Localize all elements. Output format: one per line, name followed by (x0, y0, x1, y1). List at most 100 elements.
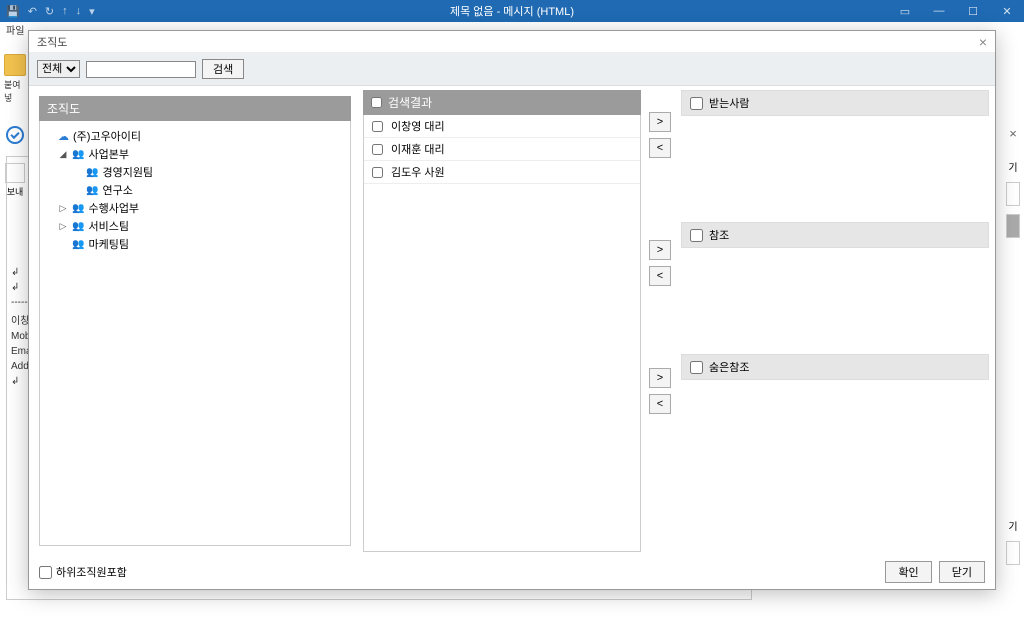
send-status-icon (6, 126, 24, 144)
ribbon-display-icon[interactable]: ▭ (888, 0, 922, 22)
paste-label: 붙여넣 (4, 78, 28, 104)
result-name: 김도우 사원 (391, 164, 445, 180)
bg-box (1006, 182, 1020, 206)
add-bcc-button[interactable]: > (649, 368, 671, 388)
tree-node[interactable]: ◢ 👥 사업본부 (44, 145, 346, 163)
move-buttons-column: > < > < > < (649, 90, 673, 552)
group-icon: 👥 (72, 203, 84, 214)
org-chart-dialog: 조직도 × 전체 검색 조직도 ☁ (주)고우아이티 ◢ 👥 (28, 30, 996, 590)
group-icon: 👥 (86, 185, 98, 196)
results-header: 검색결과 (363, 90, 641, 115)
to-header: 받는사람 (681, 90, 989, 116)
to-list[interactable] (681, 116, 989, 214)
cc-box: 참조 (681, 222, 989, 346)
select-all-checkbox[interactable] (371, 97, 382, 108)
tree-node[interactable]: 👥 경영지원팀 (44, 163, 346, 181)
paste-icon[interactable] (4, 54, 26, 76)
remove-bcc-button[interactable]: < (649, 394, 671, 414)
bcc-list[interactable] (681, 380, 989, 478)
down-icon[interactable]: ↓ (76, 5, 82, 17)
include-sub-label[interactable]: 하위조직원포함 (39, 564, 127, 580)
cc-list[interactable] (681, 248, 989, 346)
results-panel: 검색결과 이창영 대리 이재훈 대리 김도우 사원 (363, 90, 641, 552)
qat-expand-icon[interactable]: ▾ (89, 5, 95, 18)
save-icon[interactable]: 💾 (6, 5, 20, 18)
search-button[interactable]: 검색 (202, 59, 244, 79)
tree-label: 수행사업부 (88, 200, 139, 216)
tree-node[interactable]: 👥 연구소 (44, 181, 346, 199)
search-input[interactable] (86, 61, 196, 78)
expand-icon[interactable]: ▷ (58, 203, 68, 214)
group-icon: 👥 (72, 149, 84, 160)
bg-ki-label: 기 (1004, 159, 1022, 174)
remove-to-button[interactable]: < (649, 138, 671, 158)
tree-label: 마케팅팀 (88, 236, 128, 252)
tree-label: 사업본부 (88, 146, 128, 162)
tree-label: (주)고우아이티 (73, 128, 141, 144)
redo-icon[interactable]: ↻ (45, 5, 54, 18)
dialog-close-icon[interactable]: × (979, 34, 987, 50)
search-scope-select[interactable]: 전체 (37, 60, 80, 78)
result-checkbox[interactable] (372, 121, 383, 132)
to-label: 받는사람 (709, 95, 749, 111)
file-tab[interactable]: 파일 (6, 26, 24, 37)
bg-box (1006, 214, 1020, 238)
tree-node[interactable]: 👥 마케팅팀 (44, 235, 346, 253)
add-to-button[interactable]: > (649, 112, 671, 132)
bg-ki-label2: 기 (1004, 518, 1022, 533)
app-titlebar: 💾 ↶ ↻ ↑ ↓ ▾ 제목 없음 - 메시지 (HTML) ▭ — ☐ ✕ (0, 0, 1024, 22)
cc-checkbox[interactable] (690, 229, 703, 242)
ok-button[interactable]: 확인 (885, 561, 931, 583)
to-box: 받는사람 (681, 90, 989, 214)
org-tree-body[interactable]: ☁ (주)고우아이티 ◢ 👥 사업본부 👥 경영지원팀 (39, 121, 351, 546)
results-body: 이창영 대리 이재훈 대리 김도우 사원 (363, 115, 641, 552)
close-window-icon[interactable]: ✕ (990, 0, 1024, 22)
close-button[interactable]: 닫기 (939, 561, 985, 583)
bg-box (1006, 541, 1020, 565)
result-checkbox[interactable] (372, 144, 383, 155)
quick-access-toolbar: 💾 ↶ ↻ ↑ ↓ ▾ (0, 5, 95, 18)
group-icon: 👥 (72, 239, 84, 250)
bcc-label: 숨은참조 (709, 359, 749, 375)
result-checkbox[interactable] (372, 167, 383, 178)
minimize-icon[interactable]: — (922, 0, 956, 22)
recipients-panel: 받는사람 참조 숨은참조 (681, 90, 989, 552)
tree-node[interactable]: ▷ 👥 수행사업부 (44, 199, 346, 217)
window-controls: ▭ — ☐ ✕ (888, 0, 1024, 22)
bcc-checkbox[interactable] (690, 361, 703, 374)
org-tree-panel: 조직도 ☁ (주)고우아이티 ◢ 👥 사업본부 👥 (35, 90, 355, 552)
results-header-label: 검색결과 (388, 94, 432, 111)
close-pane-icon[interactable]: × (1004, 126, 1022, 141)
result-name: 이창영 대리 (391, 118, 445, 134)
window-title: 제목 없음 - 메시지 (HTML) (450, 3, 574, 19)
result-row[interactable]: 이재훈 대리 (364, 138, 640, 161)
up-icon[interactable]: ↑ (62, 5, 68, 17)
group-icon: 👥 (72, 221, 84, 232)
search-bar: 전체 검색 (29, 53, 995, 86)
tree-node[interactable]: ▷ 👥 서비스팀 (44, 217, 346, 235)
to-checkbox[interactable] (690, 97, 703, 110)
bcc-box: 숨은참조 (681, 354, 989, 478)
bg-right-strip: × 기 기 (1004, 126, 1022, 565)
bcc-header: 숨은참조 (681, 354, 989, 380)
group-icon: 👥 (86, 167, 98, 178)
cc-header: 참조 (681, 222, 989, 248)
bg-send-label: 보내 (5, 185, 25, 198)
result-name: 이재훈 대리 (391, 141, 445, 157)
result-row[interactable]: 김도우 사원 (364, 161, 640, 184)
collapse-icon[interactable]: ◢ (58, 149, 68, 160)
tree-label: 연구소 (102, 182, 132, 198)
tree-label: 경영지원팀 (102, 164, 153, 180)
remove-cc-button[interactable]: < (649, 266, 671, 286)
tree-node-company[interactable]: ☁ (주)고우아이티 (44, 127, 346, 145)
dialog-titlebar: 조직도 × (29, 31, 995, 53)
dialog-footer: 하위조직원포함 확인 닫기 (29, 554, 995, 589)
tree-label: 서비스팀 (88, 218, 128, 234)
maximize-icon[interactable]: ☐ (956, 0, 990, 22)
result-row[interactable]: 이창영 대리 (364, 115, 640, 138)
include-sub-checkbox[interactable] (39, 566, 52, 579)
dialog-title: 조직도 (37, 34, 67, 50)
add-cc-button[interactable]: > (649, 240, 671, 260)
expand-icon[interactable]: ▷ (58, 221, 68, 232)
undo-icon[interactable]: ↶ (28, 5, 37, 18)
